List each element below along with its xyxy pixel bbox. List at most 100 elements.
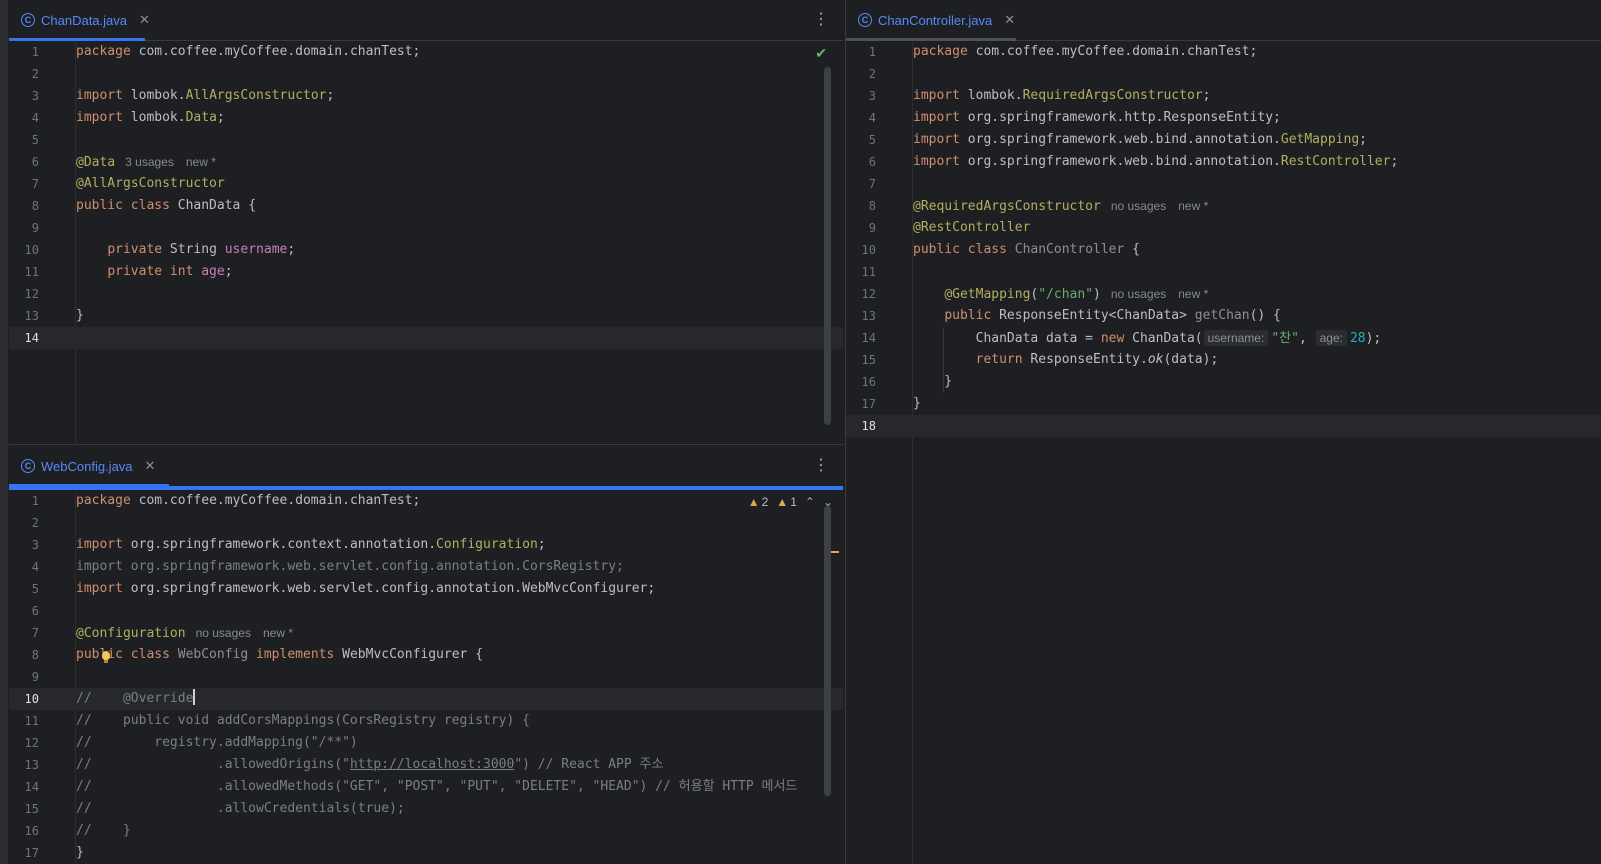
more-options-icon[interactable]: ⋮ bbox=[813, 456, 829, 476]
code-line: 11// public void addCorsMappings(CorsReg… bbox=[9, 710, 843, 732]
current-line: 14 bbox=[9, 327, 843, 349]
weak-warning-count: 1 bbox=[790, 495, 797, 509]
usages-hint[interactable]: no usages bbox=[1111, 287, 1166, 301]
code-line: 13} bbox=[9, 305, 843, 327]
code-editor[interactable]: 1 package com.coffee.myCoffee.domain.chan… bbox=[9, 490, 843, 864]
line-number: 4 bbox=[868, 111, 876, 125]
author-hint[interactable]: new * bbox=[186, 155, 216, 169]
code-line: 9 bbox=[9, 666, 843, 688]
line-number: 3 bbox=[31, 89, 39, 103]
tab-label: ChanData.java bbox=[41, 12, 127, 28]
vertical-scrollbar[interactable] bbox=[824, 506, 831, 796]
line-number: 17 bbox=[24, 846, 39, 860]
code-line: 10 public class ChanController { bbox=[846, 239, 1601, 261]
line-number: 1 bbox=[868, 45, 876, 59]
tab-bar: C WebConfig.java ✕ ⋮ bbox=[9, 446, 843, 487]
code-line: 14 ChanData data = new ChanData(username… bbox=[846, 327, 1601, 349]
code-line: 12 @GetMapping("/chan") no usages new * bbox=[846, 283, 1601, 305]
line-number: 12 bbox=[24, 736, 39, 750]
line-number: 9 bbox=[31, 670, 39, 684]
line-number: 6 bbox=[868, 155, 876, 169]
inspection-widget[interactable]: ▲ 2 ▲ 1 ⌃ ⌄ bbox=[748, 495, 833, 509]
code-editor[interactable]: 1 package com.coffee.myCoffee.domain.chan… bbox=[9, 41, 843, 444]
usages-hint[interactable]: 3 usages bbox=[125, 155, 174, 169]
line-number: 11 bbox=[861, 265, 876, 279]
lightbulb-intention-icon[interactable] bbox=[102, 651, 110, 663]
line-number: 7 bbox=[868, 177, 876, 191]
line-number: 2 bbox=[31, 516, 39, 530]
line-number: 13 bbox=[24, 758, 39, 772]
more-options-icon[interactable]: ⋮ bbox=[813, 10, 829, 30]
close-icon[interactable]: ✕ bbox=[1004, 12, 1015, 28]
line-number: 14 bbox=[861, 331, 876, 345]
code-line: 9 @RestController bbox=[846, 217, 1601, 239]
class-file-icon: C bbox=[21, 459, 35, 473]
line-number: 12 bbox=[861, 287, 876, 301]
code-line: 5 import org.springframework.web.servlet.… bbox=[9, 578, 843, 600]
code-line: 2 bbox=[9, 512, 843, 534]
line-number: 7 bbox=[31, 177, 39, 191]
author-hint[interactable]: new * bbox=[1178, 287, 1208, 301]
code-line: 11 private int age; bbox=[9, 261, 843, 283]
line-number: 12 bbox=[24, 287, 39, 301]
line-number: 14 bbox=[24, 780, 39, 794]
line-number: 11 bbox=[24, 265, 39, 279]
usages-hint[interactable]: no usages bbox=[196, 626, 251, 640]
code-line: 12// registry.addMapping("/**") bbox=[9, 732, 843, 754]
tab-chandata[interactable]: C ChanData.java ✕ bbox=[9, 0, 160, 41]
line-number: 8 bbox=[868, 199, 876, 213]
code-line: 3 import org.springframework.context.anno… bbox=[9, 534, 843, 556]
tool-window-strip bbox=[0, 0, 9, 864]
line-number: 9 bbox=[31, 221, 39, 235]
line-number: 11 bbox=[24, 714, 39, 728]
class-file-icon: C bbox=[858, 13, 872, 27]
warning-count: 2 bbox=[761, 495, 769, 509]
line-number: 5 bbox=[31, 582, 39, 596]
tab-chancontroller[interactable]: C ChanController.java ✕ bbox=[846, 0, 1025, 41]
no-problems-check-icon[interactable]: ✔ bbox=[815, 45, 827, 62]
previous-highlight-icon[interactable]: ⌃ bbox=[805, 495, 815, 509]
line-number: 16 bbox=[861, 375, 876, 389]
usages-hint[interactable]: no usages bbox=[1111, 199, 1166, 213]
code-line: 6 bbox=[9, 600, 843, 622]
line-number: 6 bbox=[31, 604, 39, 618]
code-line: 10 private String username; bbox=[9, 239, 843, 261]
code-line: 2 bbox=[9, 63, 843, 85]
line-number: 1 bbox=[31, 45, 39, 59]
line-number: 4 bbox=[31, 111, 39, 125]
tab-bar: C ChanController.java ✕ bbox=[846, 0, 1601, 41]
localhost-link[interactable]: http://localhost:3000 bbox=[350, 757, 514, 772]
close-icon[interactable]: ✕ bbox=[145, 458, 156, 474]
code-line: 16// } bbox=[9, 820, 843, 842]
line-number: 10 bbox=[24, 692, 39, 706]
code-line: 17} bbox=[846, 393, 1601, 415]
code-editor[interactable]: 1 package com.coffee.myCoffee.domain.chan… bbox=[846, 41, 1601, 864]
close-icon[interactable]: ✕ bbox=[139, 12, 150, 28]
code-line: 3 import lombok.RequiredArgsConstructor; bbox=[846, 85, 1601, 107]
param-hint-age: age: bbox=[1315, 330, 1347, 346]
code-line: 5 bbox=[9, 129, 843, 151]
author-hint[interactable]: new * bbox=[1178, 199, 1208, 213]
line-number: 10 bbox=[861, 243, 876, 257]
code-line: 8 public class WebConfig implements WebMv… bbox=[9, 644, 843, 666]
warning-icon: ▲ bbox=[747, 495, 760, 509]
vertical-scrollbar[interactable] bbox=[824, 67, 831, 425]
line-number: 17 bbox=[861, 397, 876, 411]
line-number: 3 bbox=[31, 538, 39, 552]
line-number: 5 bbox=[868, 133, 876, 147]
code-line: 2 bbox=[846, 63, 1601, 85]
code-line: 15// .allowCredentials(true); bbox=[9, 798, 843, 820]
code-line: 1 package com.coffee.myCoffee.domain.chan… bbox=[846, 41, 1601, 63]
code-line: 11 bbox=[846, 261, 1601, 283]
tab-webconfig[interactable]: C WebConfig.java ✕ bbox=[9, 446, 169, 487]
class-file-icon: C bbox=[21, 13, 35, 27]
line-number: 13 bbox=[24, 309, 39, 323]
code-line: 6 import org.springframework.web.bind.ann… bbox=[846, 151, 1601, 173]
author-hint[interactable]: new * bbox=[263, 626, 293, 640]
code-line: 4 import org.springframework.web.servlet.… bbox=[9, 556, 843, 578]
code-line: 13 public ResponseEntity<ChanData> getCh… bbox=[846, 305, 1601, 327]
code-line: 8 @RequiredArgsConstructor no usages new * bbox=[846, 195, 1601, 217]
line-number: 15 bbox=[861, 353, 876, 367]
code-line: 4 import org.springframework.http.Respons… bbox=[846, 107, 1601, 129]
tab-label: ChanController.java bbox=[878, 12, 993, 28]
